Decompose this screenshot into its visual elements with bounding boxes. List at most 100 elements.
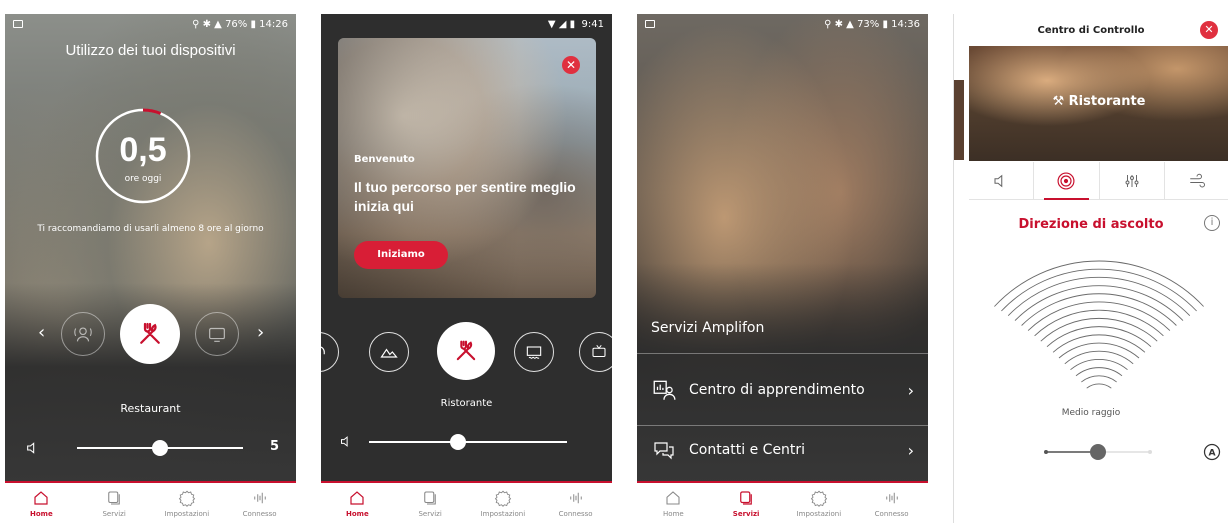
section-title: Direzione di ascolto bbox=[1018, 217, 1164, 232]
previous-image-peek bbox=[954, 80, 964, 160]
tab-connesso-label: Connesso bbox=[242, 509, 277, 518]
tab-bar: Home Servizi Impostazioni Connesso bbox=[321, 481, 612, 523]
fork-knife-icon bbox=[140, 322, 160, 344]
soundwave-icon bbox=[569, 492, 582, 503]
tab-volume[interactable] bbox=[969, 162, 1035, 199]
page-title: Utilizzo dei tuoi dispositivi bbox=[65, 42, 236, 59]
fan-arc bbox=[1086, 383, 1112, 389]
gallery-icon bbox=[645, 20, 655, 28]
target-icon bbox=[1057, 172, 1075, 189]
listening-direction-fan[interactable] bbox=[984, 244, 1214, 404]
close-icon[interactable]: ✕ bbox=[562, 56, 580, 74]
tab-bar: Home Servizi Impostazioni Connesso bbox=[637, 481, 928, 523]
tab-home[interactable]: Home bbox=[637, 483, 710, 523]
program-speech-button[interactable] bbox=[61, 312, 105, 356]
tab-impostazioni-label: Impostazioni bbox=[796, 509, 842, 518]
tab-connesso-label: Connesso bbox=[874, 509, 909, 518]
gear-icon bbox=[178, 490, 196, 507]
tab-direction[interactable] bbox=[1034, 162, 1100, 200]
status-bar: ⚲ ✱ ▲ 73% ▮ 14:36 bbox=[637, 14, 928, 34]
tab-servizi[interactable]: Servizi bbox=[394, 483, 467, 523]
speaker-icon bbox=[994, 174, 1003, 187]
theater-icon bbox=[526, 346, 542, 359]
volume-knob[interactable] bbox=[450, 434, 467, 450]
home-icon bbox=[350, 490, 364, 505]
header: Centro di Controllo bbox=[954, 14, 1228, 46]
volume-value: 5 bbox=[270, 439, 280, 454]
tab-connesso[interactable]: Connesso bbox=[539, 483, 612, 523]
tv-icon bbox=[209, 327, 225, 342]
fan-arc bbox=[1081, 375, 1117, 383]
tab-connesso[interactable]: Connesso bbox=[223, 483, 296, 523]
close-icon[interactable]: ✕ bbox=[1200, 21, 1218, 39]
program-name: Ristorante bbox=[1068, 94, 1146, 109]
tab-equalizer[interactable] bbox=[1100, 162, 1165, 199]
tab-servizi-label: Servizi bbox=[102, 509, 126, 518]
program-theater-button[interactable] bbox=[514, 332, 554, 372]
status-bar: ▼ ◢ ▮ 9:41 bbox=[321, 14, 612, 34]
chevron-right-icon[interactable]: › bbox=[257, 322, 264, 343]
list-item-learning-center[interactable]: Centro di apprendimento › bbox=[637, 360, 928, 420]
svg-text:A: A bbox=[1208, 447, 1216, 458]
tab-servizi[interactable]: Servizi bbox=[710, 483, 783, 523]
tab-impostazioni[interactable]: Impostazioni bbox=[467, 483, 540, 523]
fan-arc bbox=[1034, 309, 1164, 337]
tab-home[interactable]: Home bbox=[5, 483, 78, 523]
program-headphone-button[interactable] bbox=[321, 332, 339, 372]
tab-impostazioni[interactable]: Impostazioni bbox=[151, 483, 224, 523]
services-icon bbox=[424, 490, 436, 505]
program-restaurant-button[interactable] bbox=[120, 304, 180, 364]
header-title: Centro di Controllo bbox=[1037, 24, 1145, 36]
card-welcome: Benvenuto bbox=[354, 154, 415, 165]
program-label: Restaurant bbox=[120, 402, 181, 415]
tab-servizi[interactable]: Servizi bbox=[78, 483, 151, 523]
usage-value: 0,5 bbox=[119, 131, 167, 169]
range-slider[interactable] bbox=[1038, 442, 1158, 462]
equalizer-icon bbox=[1125, 174, 1139, 187]
tab-impostazioni-label: Impostazioni bbox=[164, 509, 210, 518]
tab-bar: Home Servizi Impostazioni Connesso bbox=[5, 481, 296, 523]
learning-icon bbox=[653, 380, 676, 400]
list-item-contacts[interactable]: Contatti e Centri › bbox=[637, 430, 928, 470]
tab-wind[interactable] bbox=[1165, 162, 1228, 199]
tab-connesso-label: Connesso bbox=[558, 509, 593, 518]
status-time: ▼ ◢ ▮ 9:41 bbox=[547, 18, 604, 30]
tab-impostazioni[interactable]: Impostazioni bbox=[783, 483, 856, 523]
control-tabs bbox=[969, 162, 1228, 200]
fan-arc bbox=[1070, 358, 1128, 371]
speaker-icon bbox=[341, 436, 348, 447]
fan-arc bbox=[1064, 350, 1134, 365]
program-label: Ristorante bbox=[440, 398, 493, 409]
program-outdoor-button[interactable] bbox=[369, 332, 409, 372]
tab-home-label: Home bbox=[30, 509, 53, 518]
tab-connesso[interactable]: Connesso bbox=[855, 483, 928, 523]
fan-arc bbox=[1014, 285, 1184, 321]
program-image[interactable]: ⚒ Ristorante bbox=[969, 46, 1228, 161]
list-item-label: Centro di apprendimento bbox=[689, 382, 865, 398]
volume-knob[interactable] bbox=[152, 440, 168, 456]
start-button[interactable]: Iniziamo bbox=[354, 241, 448, 269]
range-label: Medio raggio bbox=[1061, 408, 1121, 418]
fan-arc bbox=[1075, 367, 1123, 377]
program-tv-button[interactable] bbox=[579, 332, 612, 372]
program-tv-button[interactable] bbox=[195, 312, 239, 356]
program-carousel bbox=[321, 322, 612, 382]
auto-mode-icon[interactable]: A bbox=[1202, 442, 1222, 462]
usage-unit: ore oggi bbox=[124, 174, 162, 184]
divider bbox=[637, 353, 928, 354]
headphone-icon bbox=[321, 346, 325, 355]
volume-slider[interactable]: 5 bbox=[5, 438, 296, 458]
divider bbox=[637, 425, 928, 426]
volume-slider[interactable] bbox=[321, 432, 612, 452]
tv-icon bbox=[592, 344, 606, 358]
usage-tip: Ti raccomandiamo di usarli almeno 8 ore … bbox=[37, 224, 264, 234]
home-icon bbox=[34, 490, 48, 505]
gear-icon bbox=[810, 490, 828, 507]
volume-track bbox=[369, 441, 567, 443]
tab-home[interactable]: Home bbox=[321, 483, 394, 523]
program-restaurant-button[interactable] bbox=[437, 322, 495, 380]
info-icon[interactable]: i bbox=[1204, 215, 1220, 231]
tab-home-label: Home bbox=[346, 509, 369, 518]
chevron-left-icon[interactable]: ‹ bbox=[38, 322, 45, 343]
status-time: ⚲ ✱ ▲ 76% ▮ 14:26 bbox=[192, 18, 288, 30]
